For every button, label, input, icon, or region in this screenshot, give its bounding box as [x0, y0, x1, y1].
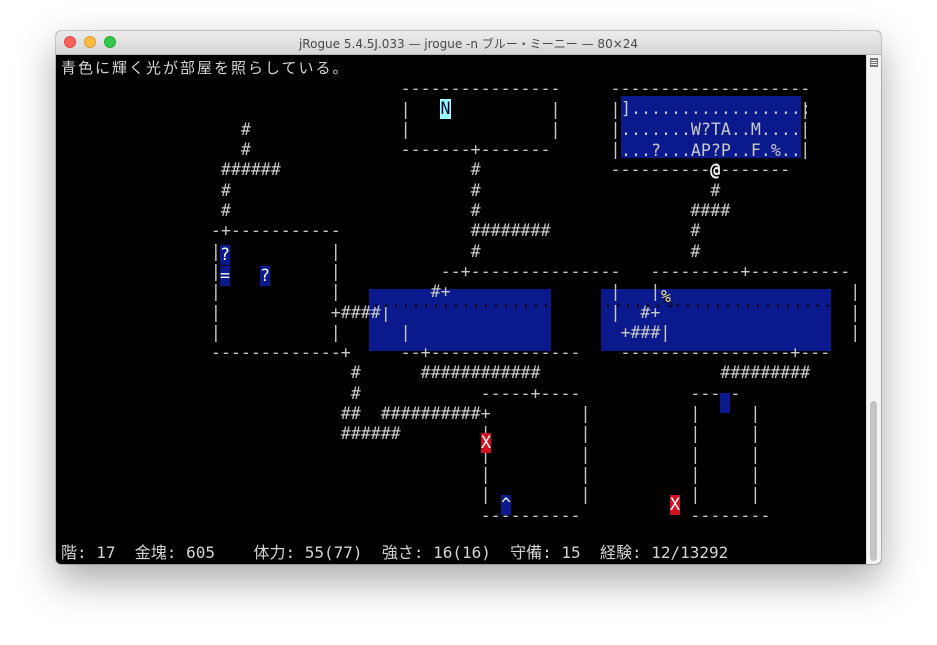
room-row-1: ].................: — [621, 99, 811, 118]
terminal-window: jRogue 5.4.5J.033 — jrogue -n ブルー・ミーニー —… — [56, 31, 881, 564]
room-middle-left-row: ................... — [371, 292, 561, 311]
food-item: % — [661, 287, 671, 306]
ring-item: = — [220, 266, 230, 286]
doorway-marker — [720, 393, 730, 413]
title-bar[interactable]: jRogue 5.4.5J.033 — jrogue -n ブルー・ミーニー —… — [56, 31, 881, 55]
window-title: jRogue 5.4.5J.033 — jrogue -n ブルー・ミーニー —… — [298, 37, 639, 51]
scrollbar[interactable] — [866, 55, 881, 564]
scroll-thumb[interactable] — [870, 401, 877, 561]
player: @ — [710, 161, 720, 180]
room-middle-right-row: ......%..................... — [603, 292, 881, 311]
room-row-2: .......W?TA..M.... — [621, 120, 801, 139]
status-line: 階: 17 金塊: 605 体力: 55(77) 強さ: 16(16) 守備: … — [61, 543, 729, 562]
trap-arrow: ^ — [501, 495, 511, 515]
trap-x-2: X — [670, 495, 680, 515]
room-row-3: ...?...AP?P..F.%.. — [621, 141, 801, 160]
terminal-screen[interactable]: 青色に輝く光が部屋を照らしている。 ---------------- -----… — [56, 55, 881, 564]
scroll-menu-icon[interactable] — [870, 58, 878, 67]
monster-n: N — [440, 99, 451, 119]
trap-x-1: X — [481, 433, 491, 453]
scroll-item-2: ? — [260, 266, 270, 286]
scroll-item-1: ? — [220, 245, 230, 265]
